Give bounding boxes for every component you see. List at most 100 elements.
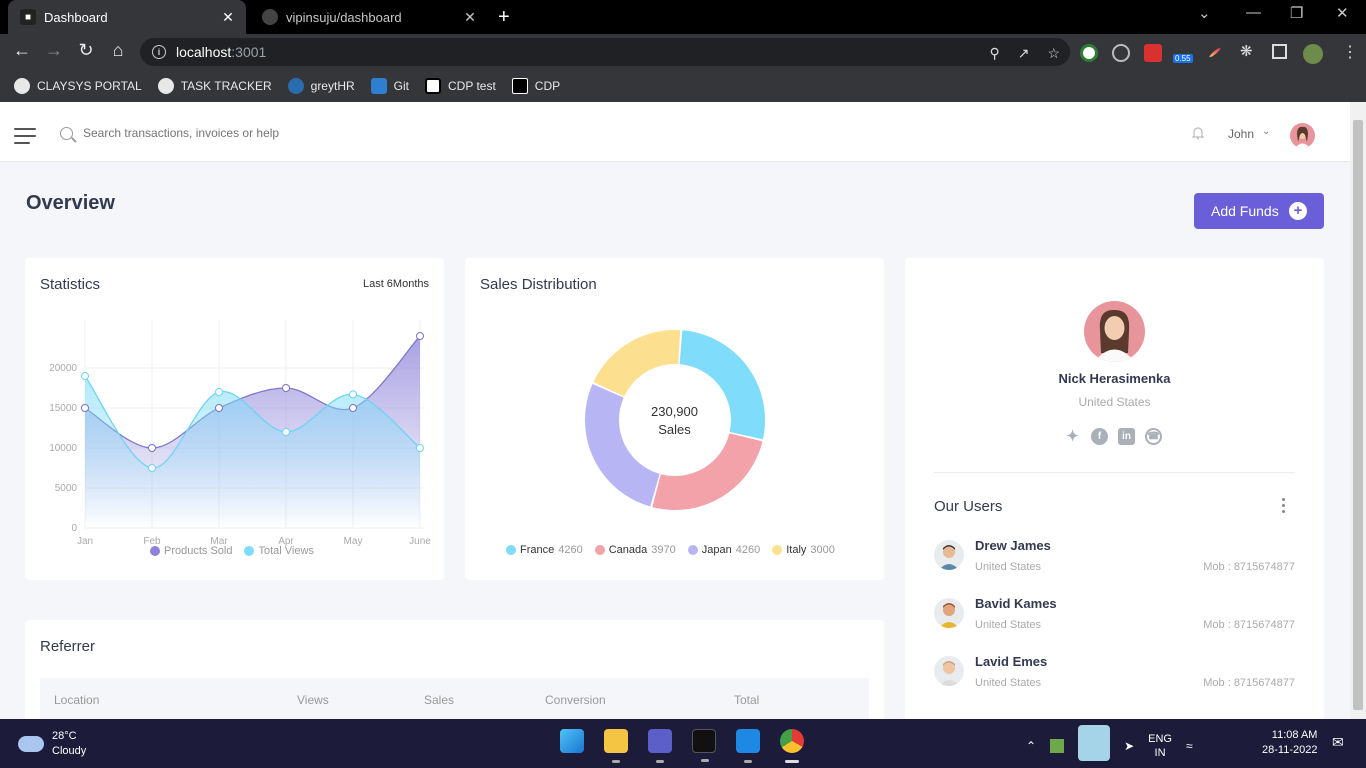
teams-icon[interactable] [648,729,672,763]
side-panel-icon[interactable] [1272,44,1287,59]
location-icon[interactable]: ➤ [1124,739,1134,753]
bookmark-greythr[interactable]: greytHR [287,78,355,94]
legend-item[interactable]: Total Views [244,545,314,557]
avatar[interactable] [1290,123,1315,148]
column-conversion[interactable]: Conversion [545,693,606,707]
share-icon[interactable]: ↗ [1018,45,1030,62]
bookmark-cdp[interactable]: CDP [511,78,560,94]
x-tick-label: May [344,536,363,547]
terminal-icon[interactable] [692,729,716,762]
tab-dashboard[interactable]: ■ Dashboard ✕ [8,0,246,34]
extensions-puzzle-icon[interactable]: ❋ [1240,42,1253,60]
reload-icon[interactable]: ↻ [74,40,98,61]
list-item[interactable]: Drew James United States Mob : 871567487… [934,538,1295,580]
tab-title: vipinsuju/dashboard [286,9,402,25]
data-point [81,404,89,412]
bookmark-task-tracker[interactable]: TASK TRACKER [157,78,272,94]
weather-widget[interactable]: 28°C Cloudy [18,729,86,759]
donut-legend: France 4260 Canada 3970 Japan 4260 Italy 300… [506,544,835,556]
legend-item[interactable]: Italy 3000 [772,544,835,556]
search-input[interactable] [83,126,383,140]
browser-tab-strip: ■ Dashboard ✕ vipinsuju/dashboard ✕ + ⌄ … [0,0,1366,34]
statistics-chart: Jan Feb Mar Apr May June05000100001500020000 [49,320,431,547]
linkedin-icon[interactable]: in [1118,428,1135,445]
weather-condition: Cloudy [52,745,87,757]
extension-icon-3[interactable] [1144,44,1162,62]
scrollbar[interactable] [1350,102,1366,719]
zoom-icon[interactable]: ⚲ [989,45,999,62]
more-options-icon[interactable] [1281,498,1287,516]
windows-start-icon[interactable] [560,729,584,753]
hamburger-menu-icon[interactable] [14,128,36,149]
user-mobile: Mob : 8715674877 [1203,677,1295,689]
scrollbar-thumb[interactable] [1353,120,1363,710]
url-field[interactable]: i localhost:3001 ⚲ ↗ ☆ [140,38,1070,66]
data-point [416,444,424,452]
menu-kebab-icon[interactable]: ⋮ [1342,42,1358,62]
legend-item[interactable]: Canada 3970 [594,544,676,556]
user-name[interactable]: John [1228,127,1254,141]
column-views[interactable]: Views [297,693,329,707]
chevron-up-icon[interactable]: ⌃ [1026,739,1036,753]
extension-badge[interactable]: 0.55 [1173,54,1193,63]
extension-icon-2[interactable] [1112,44,1130,62]
home-icon[interactable]: ⌂ [106,40,130,61]
legend-item[interactable]: France 4260 [506,544,583,556]
y-tick-label: 10000 [49,443,77,454]
column-sales[interactable]: Sales [424,693,454,707]
minimize-button[interactable]: — [1246,4,1261,21]
forward-icon[interactable]: → [42,40,66,61]
bookmark-git[interactable]: Git [370,78,409,94]
add-funds-button[interactable]: Add Funds + [1194,193,1324,229]
list-item[interactable]: Bavid Kames United States Mob : 87156748… [934,596,1295,638]
chrome-icon[interactable] [780,729,804,763]
extension-icon-5[interactable] [1208,46,1222,59]
y-tick-label: 0 [71,523,77,534]
tab-github[interactable]: vipinsuju/dashboard ✕ [250,0,488,34]
bookmark-star-icon[interactable]: ☆ [1047,45,1060,62]
user-name: Bavid Kames [975,596,1057,611]
table-header: Location Views Sales Conversion Total [40,678,869,719]
legend-item[interactable]: Products Sold [150,545,232,557]
column-location[interactable]: Location [54,693,99,707]
column-total[interactable]: Total [734,693,759,707]
bookmark-claysys[interactable]: CLAYSYS PORTAL [14,78,142,94]
wifi-icon[interactable]: ≈ [1186,739,1193,753]
sales-distribution-card: Sales Distribution 230,900 Sales France 4… [465,258,884,580]
language-indicator[interactable]: ENG IN [1148,732,1172,760]
clock[interactable]: 11:08 AM 28-11-2022 [1262,728,1317,758]
facebook-icon[interactable]: f [1091,428,1108,445]
extension-icon-1[interactable] [1080,44,1098,62]
twitter-icon[interactable]: ✦ [1064,428,1081,445]
bookmark-cdp-test[interactable]: CDP test [425,78,496,94]
profile-avatar-icon[interactable] [1303,44,1323,64]
referrer-card: Referrer Location Views Sales Conversion… [25,620,884,719]
tab-search-icon[interactable]: ⌄ [1198,4,1211,22]
card-title: Sales Distribution [480,276,597,293]
data-point [148,464,156,472]
data-point [215,404,223,412]
donut-center-label: Sales [658,422,691,437]
page-title: Overview [26,192,115,214]
tab-title: Dashboard [44,9,108,25]
close-window-button[interactable]: ✕ [1336,4,1349,22]
donut-slice [593,330,681,397]
legend-dot [687,545,698,555]
new-tab-button[interactable]: + [498,6,510,29]
notification-icon[interactable]: ✉ [1332,734,1344,751]
vscode-icon[interactable] [736,729,760,763]
back-icon[interactable]: ← [10,40,34,61]
site-info-icon[interactable]: i [152,45,166,59]
tray-app-icon[interactable] [1050,738,1065,753]
maximize-button[interactable]: ❐ [1290,4,1303,22]
range-selector[interactable]: Last 6Months [363,278,429,290]
file-explorer-icon[interactable] [604,729,628,763]
list-item[interactable]: Lavid Emes United States Mob : 871567487… [934,654,1295,696]
microphone-icon[interactable] [1078,725,1111,761]
legend-item[interactable]: Japan 4260 [687,544,760,556]
whatsapp-icon[interactable]: ☎ [1145,428,1162,445]
close-tab-icon[interactable]: ✕ [218,9,238,26]
bell-icon[interactable] [1191,126,1205,140]
chevron-down-icon[interactable]: ⌄ [1262,126,1270,137]
close-tab-icon[interactable]: ✕ [460,9,480,26]
